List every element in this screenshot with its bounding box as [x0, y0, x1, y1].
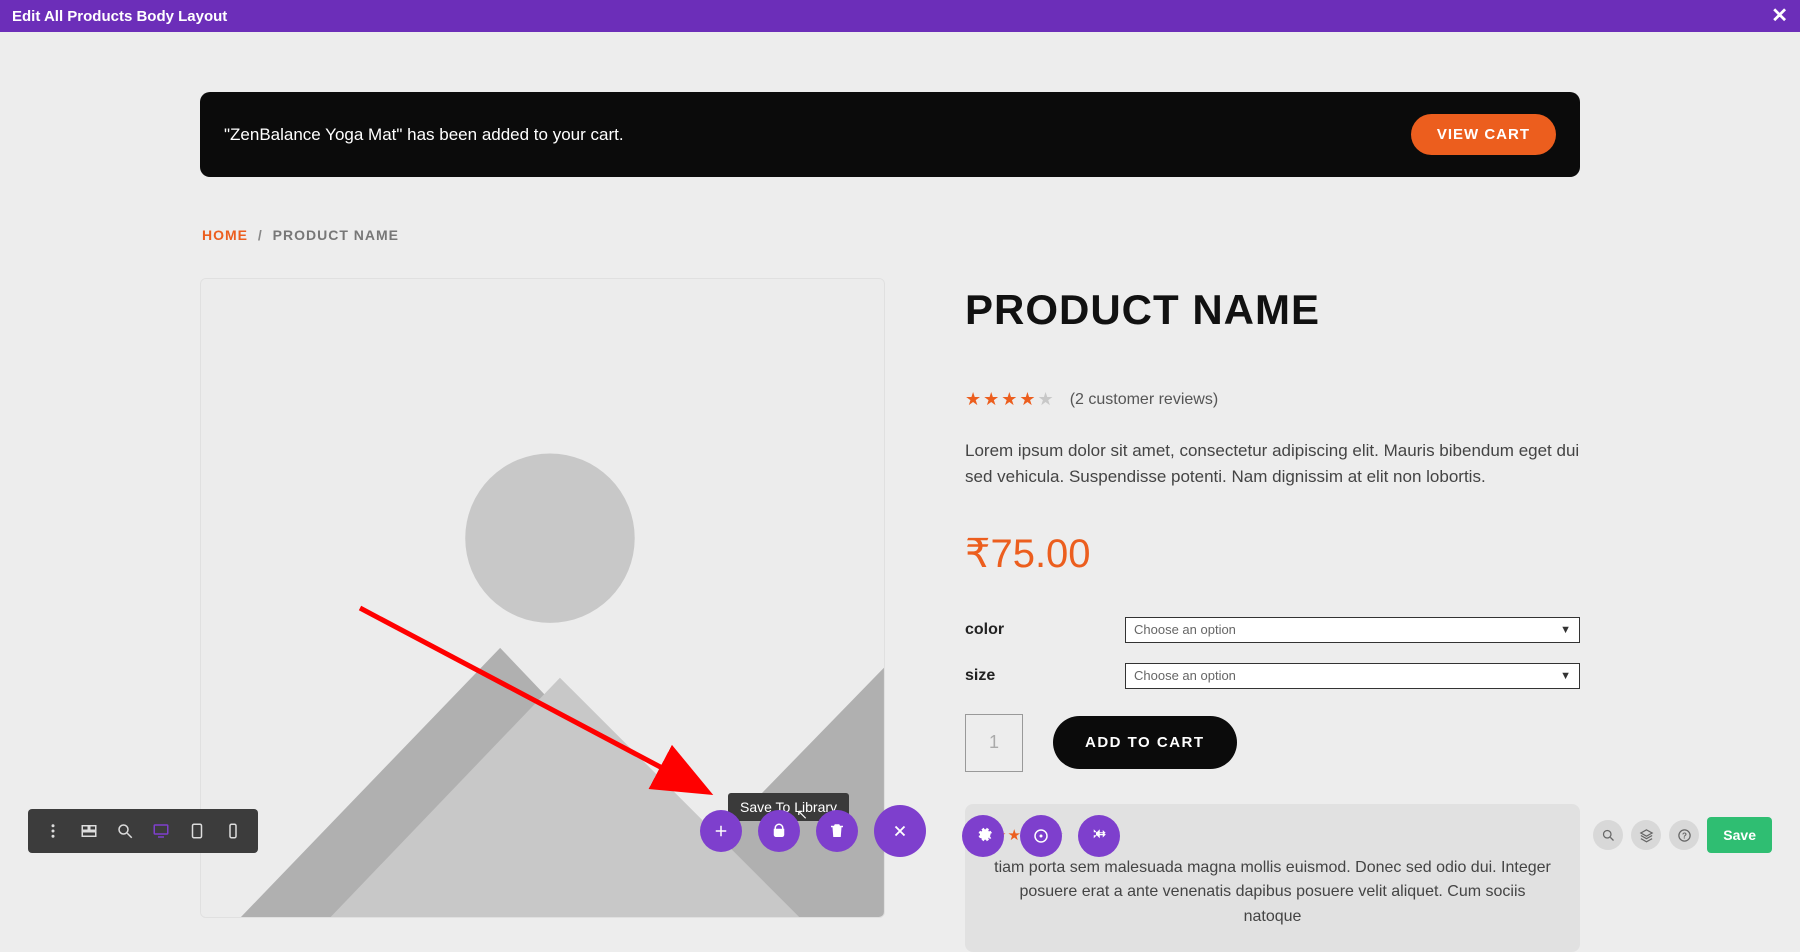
variation-color-select[interactable]: Choose an option ▼	[1125, 617, 1580, 643]
star-rating: ★★★★★	[965, 389, 1056, 410]
reviews-count[interactable]: (2 customer reviews)	[1070, 391, 1218, 409]
search-icon[interactable]	[1593, 820, 1623, 850]
variation-color-value: Choose an option	[1134, 622, 1236, 637]
module-settings-button[interactable]	[962, 815, 1004, 857]
add-to-cart-row: 1 ADD TO CART	[965, 714, 1580, 772]
zoom-icon[interactable]	[108, 815, 142, 847]
svg-text:?: ?	[1682, 831, 1687, 840]
page-actions-toolbar: ↖	[700, 805, 926, 857]
breadcrumb: HOME / PRODUCT NAME	[202, 227, 1580, 243]
variation-color-label: color	[965, 621, 1125, 639]
chevron-down-icon: ▼	[1560, 670, 1571, 682]
close-icon[interactable]: ✕	[1771, 6, 1788, 26]
tablet-view-icon[interactable]	[180, 815, 214, 847]
product-price: ₹75.00	[965, 531, 1580, 577]
view-cart-button[interactable]: VIEW CART	[1411, 114, 1556, 155]
product-variations: color Choose an option ▼ size Choose an …	[965, 617, 1580, 689]
editor-topbar: Edit All Products Body Layout ✕	[0, 0, 1800, 32]
module-toolbar	[962, 815, 1120, 857]
save-to-library-button[interactable]: ↖	[758, 810, 800, 852]
variation-size-select[interactable]: Choose an option ▼	[1125, 663, 1580, 689]
product-description: Lorem ipsum dolor sit amet, consectetur …	[965, 438, 1580, 491]
module-duplicate-button[interactable]	[1020, 815, 1062, 857]
breadcrumb-home[interactable]: HOME	[202, 227, 248, 243]
cursor-icon: ↖	[796, 806, 808, 823]
delete-button[interactable]	[816, 810, 858, 852]
variation-size-row: size Choose an option ▼	[965, 663, 1580, 689]
desktop-view-icon[interactable]	[144, 815, 178, 847]
help-icon[interactable]: ?	[1669, 820, 1699, 850]
notice-message: "ZenBalance Yoga Mat" has been added to …	[224, 125, 624, 145]
add-section-button[interactable]	[700, 810, 742, 852]
quantity-input[interactable]: 1	[965, 714, 1023, 772]
right-toolbar: ? Save	[1593, 817, 1772, 853]
product-rating-row: ★★★★★ (2 customer reviews)	[965, 389, 1580, 410]
save-button[interactable]: Save	[1707, 817, 1772, 853]
more-options-icon[interactable]	[36, 815, 70, 847]
variation-color-row: color Choose an option ▼	[965, 617, 1580, 643]
editor-title: Edit All Products Body Layout	[12, 8, 227, 25]
product-title: PRODUCT NAME	[965, 286, 1580, 334]
mobile-view-icon[interactable]	[216, 815, 250, 847]
module-move-button[interactable]	[1078, 815, 1120, 857]
view-mode-toolbar	[28, 809, 258, 853]
add-to-cart-button[interactable]: ADD TO CART	[1053, 716, 1237, 769]
breadcrumb-current: PRODUCT NAME	[273, 227, 399, 243]
chevron-down-icon: ▼	[1560, 624, 1571, 636]
close-toolbar-button[interactable]	[874, 805, 926, 857]
variation-size-value: Choose an option	[1134, 668, 1236, 683]
breadcrumb-separator: /	[258, 227, 263, 243]
cart-notice: "ZenBalance Yoga Mat" has been added to …	[200, 92, 1580, 177]
layers-icon[interactable]	[1631, 820, 1661, 850]
wireframe-view-icon[interactable]	[72, 815, 106, 847]
review-text: tiam porta sem malesuada magna mollis eu…	[993, 856, 1552, 930]
variation-size-label: size	[965, 667, 1125, 685]
